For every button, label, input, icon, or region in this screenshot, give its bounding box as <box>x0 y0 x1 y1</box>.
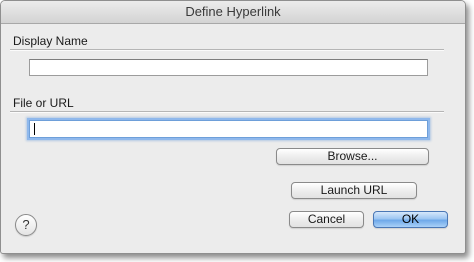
file-or-url-separator <box>10 111 444 113</box>
file-or-url-input[interactable] <box>29 120 428 138</box>
display-name-separator <box>10 49 444 51</box>
ok-button[interactable]: OK <box>373 211 448 228</box>
display-name-input[interactable] <box>29 59 428 76</box>
browse-button[interactable]: Browse... <box>276 148 429 165</box>
window-title: Define Hyperlink <box>1 1 465 24</box>
display-name-label: Display Name <box>13 34 88 48</box>
file-or-url-label: File or URL <box>13 96 74 110</box>
launch-url-button[interactable]: Launch URL <box>291 182 417 199</box>
text-caret <box>34 123 35 135</box>
cancel-button[interactable]: Cancel <box>289 211 364 228</box>
define-hyperlink-dialog: Define Hyperlink Display Name File or UR… <box>0 0 466 254</box>
question-mark-icon[interactable]: ? <box>15 214 37 236</box>
